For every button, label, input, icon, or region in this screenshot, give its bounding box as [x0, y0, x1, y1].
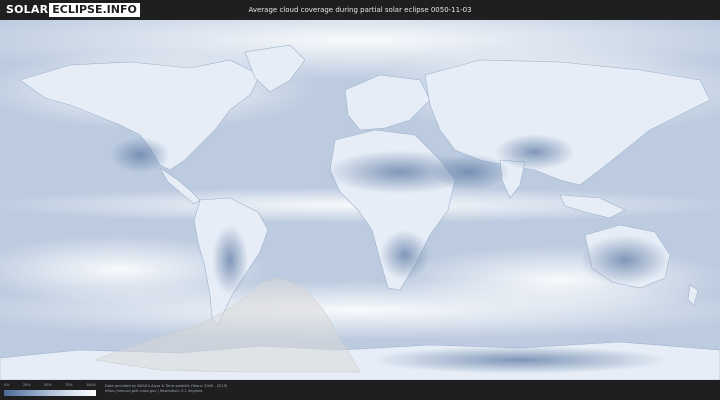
- cloud-coverage-legend: 0% 25% 50% 75% 100%: [4, 383, 96, 397]
- legend-tick: 25%: [22, 383, 31, 387]
- cloud-coverage-map: [0, 20, 720, 380]
- legend-color-bar: [4, 390, 96, 396]
- legend-ticks: 0% 25% 50% 75% 100%: [4, 383, 96, 389]
- legend-tick: 0%: [4, 383, 10, 387]
- data-credits: Data provided by NASA's Aqua & Terra sat…: [105, 384, 227, 394]
- page-title: Average cloud coverage during partial so…: [248, 6, 472, 14]
- credits-line-url[interactable]: https://neo.sci.gsfc.nasa.gov | Resoluti…: [105, 389, 227, 394]
- legend-tick: 100%: [85, 383, 96, 387]
- legend-tick: 75%: [64, 383, 73, 387]
- top-bar: SOLAR ECLIPSE.INFO Average cloud coverag…: [0, 0, 720, 20]
- legend-tick: 50%: [43, 383, 52, 387]
- world-map-svg: [0, 20, 720, 380]
